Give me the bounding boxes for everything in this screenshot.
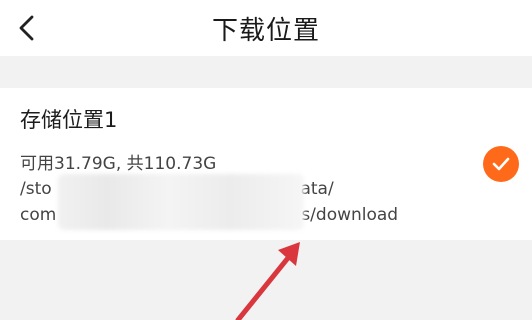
annotation-arrow-icon (235, 242, 300, 320)
path-line-2-start: com (20, 205, 57, 225)
path-line-1-start: /sto (20, 179, 52, 199)
redacted-path-overlay (58, 174, 304, 230)
header-bar: 下载位置 (0, 0, 532, 56)
page-title: 下载位置 (211, 16, 320, 46)
check-icon (492, 157, 510, 171)
storage-space-info: 可用31.79G, 共110.73G (20, 154, 217, 174)
selected-check-button[interactable] (483, 146, 519, 182)
storage-location-item[interactable]: 存储位置1 可用31.79G, 共110.73G /sto data/ com s/… (0, 88, 532, 240)
path-line-2-end: s/download (301, 205, 399, 225)
storage-location-name: 存储位置1 (20, 108, 118, 132)
